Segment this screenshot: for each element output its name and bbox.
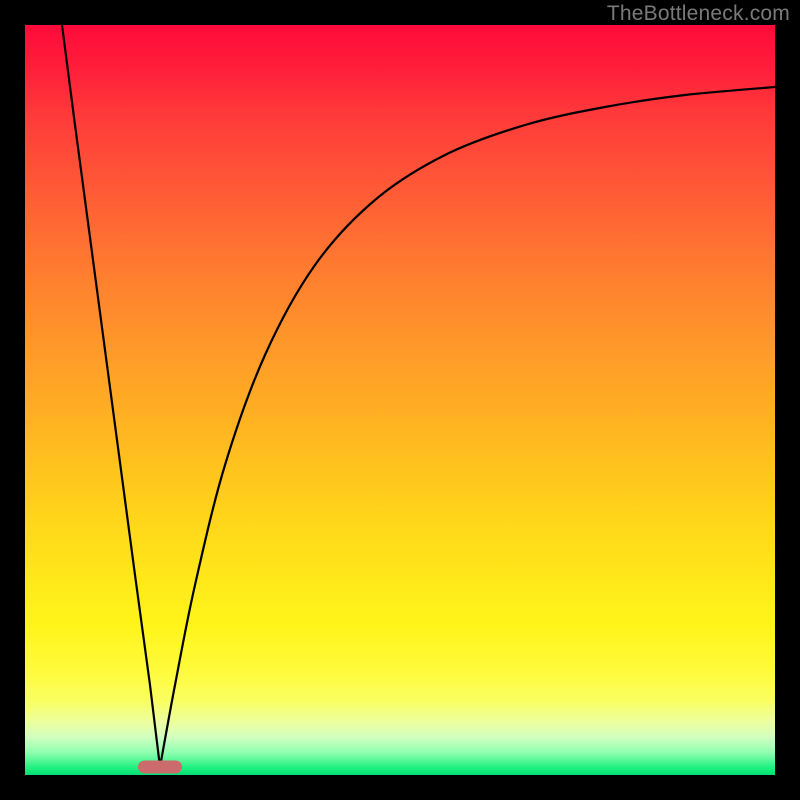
watermark-text: TheBottleneck.com [607, 2, 790, 26]
chart-frame: TheBottleneck.com [0, 0, 800, 800]
plot-area [25, 25, 775, 775]
minimum-marker [138, 761, 182, 774]
bottleneck-curve [25, 25, 775, 775]
